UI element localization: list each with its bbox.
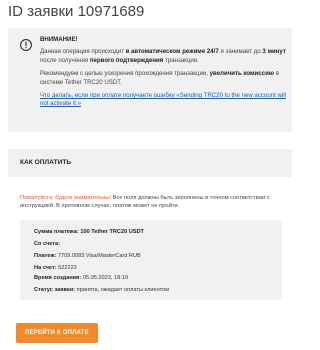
detail-row-amount: Сумма платежа: 100 Tether TRC20 USDT	[34, 229, 144, 235]
payment-details-panel: Сумма платежа: 100 Tether TRC20 USDT Со …	[20, 220, 282, 300]
caution-message: Пожалуйста, будьте внимательны! Все поля…	[20, 195, 282, 210]
trc20-error-help-link[interactable]: Что делать, если при оплате получаете ош…	[40, 92, 286, 107]
notice-text: после получения	[40, 56, 90, 64]
detail-value: принята, ожидает оплаты клиентом	[76, 287, 170, 293]
go-to-payment-button[interactable]: ПЕРЕЙТИ К ОПЛАТЕ	[16, 323, 98, 343]
notice-text: Рекомендуем с целью ускорения прохождени…	[40, 70, 210, 78]
how-to-pay-section[interactable]: КАК ОПЛАТИТЬ	[8, 149, 292, 177]
notice-paragraph-link: Что делать, если при оплате получаете ош…	[40, 92, 286, 109]
notice-text: и занимает до	[218, 48, 263, 56]
page-title: ID заявки 10971689	[8, 3, 145, 20]
notice-emphasis: 3 минут	[262, 48, 286, 56]
detail-value: 7709.0083 Visa/MasterCard RUB	[57, 253, 141, 259]
detail-value: 05.05.2023, 18:19	[82, 275, 128, 281]
notice-body: ВНИМАНИЕ! Данная операция происходит в а…	[40, 36, 286, 114]
detail-row-status: Статус заявки: принята, ожидает оплаты к…	[34, 287, 169, 293]
notice-paragraph-fee: Рекомендуем с целью ускорения прохождени…	[40, 70, 286, 87]
notice-emphasis: в автоматическом режиме 24/7	[125, 48, 219, 56]
detail-row-to: На счет: 522223	[34, 265, 77, 271]
detail-label: Статус заявки:	[34, 287, 76, 293]
notice-text: транзакции.	[163, 56, 199, 64]
detail-value: 100 Tether TRC20 USDT	[80, 229, 144, 235]
notice-text: Данная операция происходит	[40, 48, 126, 56]
notice-paragraph-speed: Данная операция происходит в автоматичес…	[40, 48, 286, 65]
how-to-pay-label: КАК ОПЛАТИТЬ	[20, 159, 72, 166]
notice-panel: ВНИМАНИЕ! Данная операция происходит в а…	[8, 28, 292, 132]
notice-emphasis: увеличить комиссию	[209, 70, 275, 78]
detail-value: 522223	[58, 265, 77, 271]
notice-heading: ВНИМАНИЕ!	[40, 36, 78, 43]
detail-row-created: Время создания: 05.05.2023, 18:19	[34, 275, 128, 281]
detail-row-from: Со счета:	[34, 241, 60, 247]
caution-lead: Пожалуйста, будьте внимательны!	[20, 195, 112, 201]
detail-label: На счет:	[34, 265, 57, 271]
detail-label: Со счета:	[34, 241, 60, 247]
detail-label: Сумма платежа:	[34, 229, 79, 235]
detail-label: Платеж:	[34, 253, 57, 259]
warning-icon	[20, 38, 32, 51]
detail-label: Время создания:	[34, 275, 82, 281]
notice-emphasis: первого подтверждения	[89, 56, 164, 64]
detail-row-payment: Платеж: 7709.0083 Visa/MasterCard RUB	[34, 253, 141, 259]
